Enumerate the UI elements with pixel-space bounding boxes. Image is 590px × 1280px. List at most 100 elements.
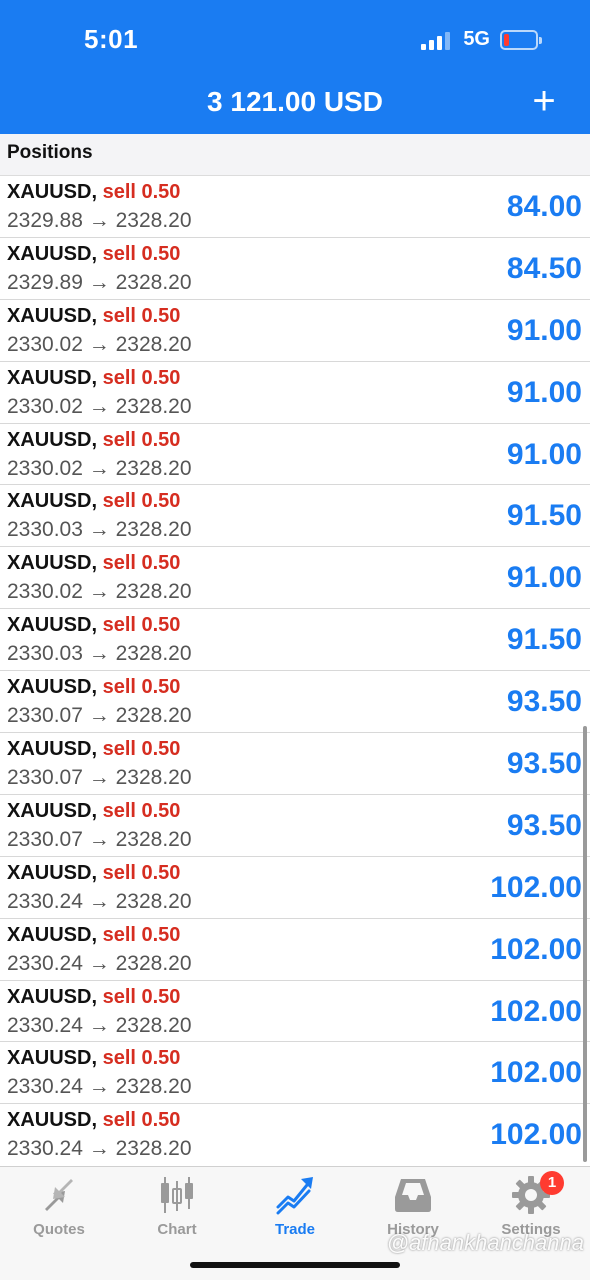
current-price: 2328.20 — [115, 518, 192, 542]
position-row[interactable]: XAUUSD, sell 0.50 2330.03 → 2328.20 91.50 — [0, 609, 590, 672]
position-profit: 91.50 — [506, 623, 582, 657]
position-symbol: XAUUSD, — [7, 614, 98, 637]
open-price: 2330.07 — [7, 827, 83, 851]
candlestick-icon — [161, 1177, 193, 1213]
trend-line-icon — [276, 1177, 313, 1215]
add-order-button[interactable]: + — [526, 81, 562, 121]
current-price: 2328.20 — [115, 827, 192, 851]
arrow-icon: → — [88, 209, 110, 232]
arrow-icon: → — [88, 1075, 110, 1099]
position-symbol: XAUUSD, — [7, 242, 98, 265]
arrow-icon: → — [88, 1013, 110, 1037]
open-price: 2330.07 — [7, 766, 83, 790]
current-price: 2328.20 — [115, 580, 192, 604]
tab-trade[interactable]: Trade — [236, 1175, 354, 1238]
position-row[interactable]: XAUUSD, sell 0.50 2330.03 → 2328.20 91.50 — [0, 485, 590, 548]
status-indicators: 5G — [421, 28, 542, 51]
position-row[interactable]: XAUUSD, sell 0.50 2330.24 → 2328.20 102.00 — [0, 857, 590, 919]
position-side: sell 0.50 — [102, 738, 181, 761]
open-price: 2330.03 — [7, 642, 83, 666]
network-type: 5G — [463, 28, 490, 50]
current-price: 2328.20 — [115, 766, 192, 790]
position-profit: 102.00 — [490, 994, 582, 1028]
tab-chart[interactable]: Chart — [118, 1175, 236, 1238]
position-side: sell 0.50 — [102, 181, 181, 203]
arrow-icon: → — [88, 518, 110, 542]
open-price: 2330.24 — [7, 1013, 83, 1037]
arrow-icon: → — [88, 827, 110, 851]
arrow-icon: → — [88, 580, 110, 604]
tab-label: Quotes — [33, 1221, 85, 1238]
tab-settings[interactable]: 1 Settings — [472, 1171, 590, 1238]
current-price: 2328.20 — [115, 704, 192, 728]
arrow-icon: → — [88, 394, 110, 418]
open-price: 2330.24 — [7, 951, 83, 975]
position-symbol: XAUUSD, — [7, 738, 98, 761]
open-price: 2330.24 — [7, 1137, 83, 1161]
current-price: 2328.20 — [115, 1013, 192, 1037]
open-price: 2330.02 — [7, 332, 83, 356]
position-side: sell 0.50 — [102, 428, 181, 451]
position-row[interactable]: XAUUSD, sell 0.50 2329.88 → 2328.20 84.00 — [0, 176, 590, 238]
current-price: 2328.20 — [115, 394, 192, 418]
home-indicator[interactable] — [190, 1262, 400, 1268]
position-symbol: XAUUSD, — [7, 1109, 98, 1132]
open-price: 2330.02 — [7, 580, 83, 604]
position-side: sell 0.50 — [102, 861, 181, 884]
position-symbol: XAUUSD, — [7, 923, 98, 946]
position-row[interactable]: XAUUSD, sell 0.50 2330.24 → 2328.20 102.00 — [0, 1104, 590, 1166]
position-row[interactable]: XAUUSD, sell 0.50 2330.07 → 2328.20 93.50 — [0, 795, 590, 857]
position-profit: 91.50 — [506, 499, 582, 533]
position-row[interactable]: XAUUSD, sell 0.50 2330.07 → 2328.20 93.50 — [0, 671, 590, 734]
current-price: 2328.20 — [115, 1075, 192, 1099]
position-symbol: XAUUSD, — [7, 304, 98, 327]
position-side: sell 0.50 — [102, 1109, 181, 1132]
arrow-icon: → — [88, 270, 110, 294]
open-price: 2330.03 — [7, 518, 83, 542]
position-symbol: XAUUSD, — [7, 428, 98, 451]
position-side: sell 0.50 — [102, 799, 181, 822]
position-side: sell 0.50 — [102, 242, 181, 265]
position-row[interactable]: XAUUSD, sell 0.50 2330.24 → 2328.20 102.00 — [0, 1042, 590, 1105]
position-symbol: XAUUSD, — [7, 552, 98, 575]
arrow-icon: → — [88, 704, 110, 728]
positions-list: XAUUSD, sell 0.50 2329.88 → 2328.20 84.00 … — [0, 176, 590, 1166]
position-row[interactable]: XAUUSD, sell 0.50 2330.24 → 2328.20 102.00 — [0, 981, 590, 1043]
position-row[interactable]: XAUUSD, sell 0.50 2330.02 → 2328.20 91.00 — [0, 362, 590, 424]
position-side: sell 0.50 — [102, 1047, 181, 1070]
tab-label: Trade — [274, 1221, 316, 1238]
inbox-tray-icon — [395, 1179, 431, 1212]
app-header: 5:01 5G 3 121.00 USD + — [0, 0, 590, 134]
current-price: 2328.20 — [115, 332, 192, 356]
account-balance: 3 121.00 USD — [207, 86, 383, 117]
open-price: 2330.24 — [7, 1075, 83, 1099]
position-side: sell 0.50 — [102, 676, 181, 699]
position-row[interactable]: XAUUSD, sell 0.50 2330.07 → 2328.20 93.50 — [0, 733, 590, 795]
list-scrollbar[interactable] — [583, 726, 587, 1162]
position-profit: 102.00 — [490, 932, 582, 966]
open-price: 2330.07 — [7, 704, 83, 728]
position-side: sell 0.50 — [102, 490, 181, 513]
position-row[interactable]: XAUUSD, sell 0.50 2329.89 → 2328.20 84.50 — [0, 238, 590, 300]
position-symbol: XAUUSD, — [7, 861, 98, 884]
position-side: sell 0.50 — [102, 552, 181, 575]
position-profit: 93.50 — [506, 747, 582, 781]
position-side: sell 0.50 — [102, 923, 181, 946]
arrow-icon: → — [88, 456, 110, 480]
position-symbol: XAUUSD, — [7, 181, 98, 203]
battery-icon — [500, 29, 542, 50]
tab-history[interactable]: History — [354, 1175, 472, 1238]
position-side: sell 0.50 — [102, 304, 181, 327]
position-symbol: XAUUSD, — [7, 985, 98, 1008]
arrow-icon: → — [88, 642, 110, 666]
position-profit: 102.00 — [490, 1118, 582, 1152]
position-row[interactable]: XAUUSD, sell 0.50 2330.02 → 2328.20 91.00 — [0, 547, 590, 610]
position-symbol: XAUUSD, — [7, 490, 98, 513]
position-profit: 91.00 — [506, 375, 582, 409]
position-row[interactable]: XAUUSD, sell 0.50 2330.24 → 2328.20 102.00 — [0, 919, 590, 981]
position-row[interactable]: XAUUSD, sell 0.50 2330.02 → 2328.20 91.00 — [0, 300, 590, 362]
position-profit: 93.50 — [506, 685, 582, 719]
position-profit: 93.50 — [506, 808, 582, 842]
position-row[interactable]: XAUUSD, sell 0.50 2330.02 → 2328.20 91.00 — [0, 424, 590, 486]
tab-quotes[interactable]: Quotes — [0, 1175, 118, 1238]
